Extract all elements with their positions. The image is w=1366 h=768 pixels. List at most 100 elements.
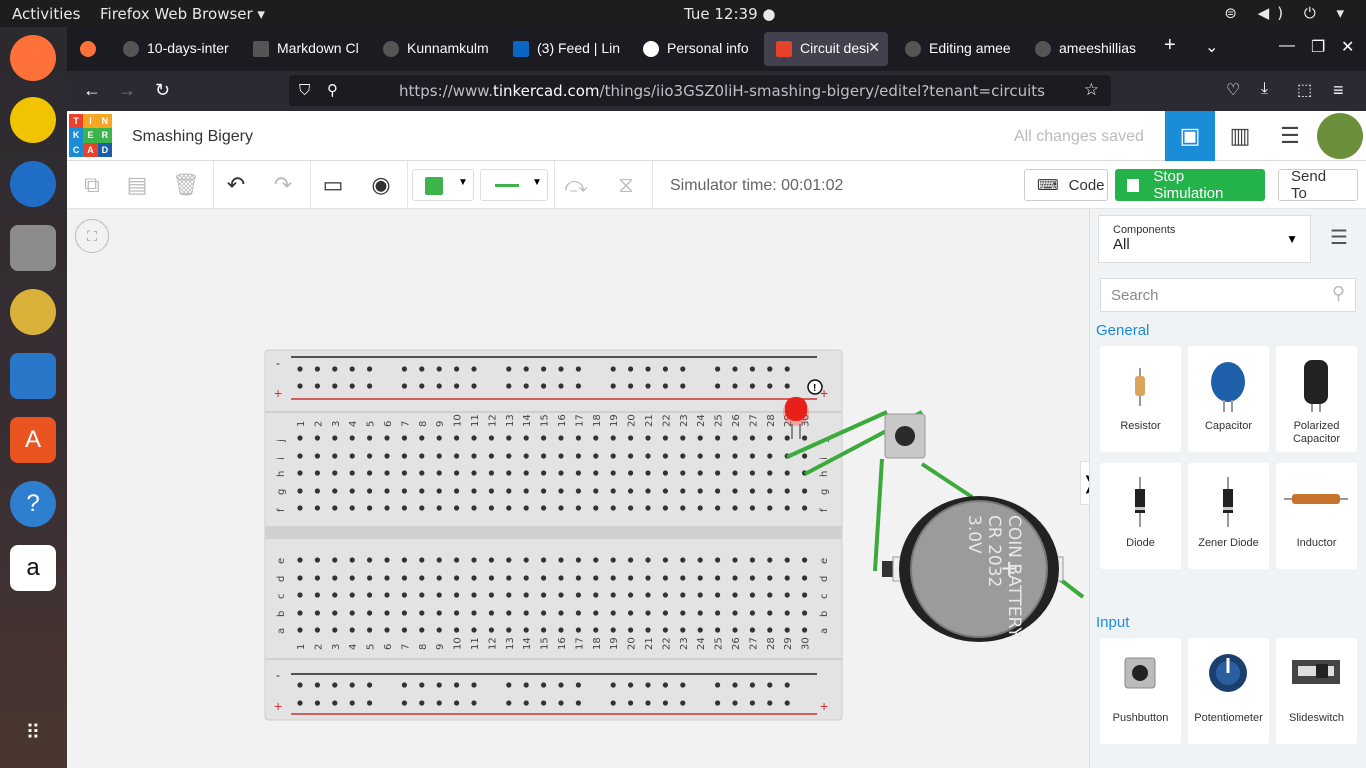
breadboard-hole[interactable] [523,435,529,441]
breadboard-hole[interactable] [419,610,425,616]
breadboard-hole[interactable] [575,700,581,706]
breadboard-hole[interactable] [488,575,494,581]
breadboard-hole[interactable] [593,453,599,459]
breadboard-hole[interactable] [610,366,616,372]
breadboard-hole[interactable] [784,505,790,511]
tab-list-icon[interactable]: ⌄ [1205,37,1218,57]
breadboard-hole[interactable] [575,435,581,441]
breadboard-hole[interactable] [523,453,529,459]
breadboard-hole[interactable] [802,505,808,511]
breadboard-hole[interactable] [610,453,616,459]
breadboard-hole[interactable] [680,383,686,389]
breadboard-hole[interactable] [680,366,686,372]
notes-icon[interactable]: ▭ [316,169,350,201]
breadboard-hole[interactable] [662,453,669,459]
breadboard-hole[interactable] [645,575,651,581]
forward-icon[interactable]: → [118,80,136,101]
breadboard-hole[interactable] [488,592,494,598]
breadboard-hole[interactable] [593,488,599,494]
breadboard-hole[interactable] [384,575,390,581]
breadboard-hole[interactable] [575,682,581,688]
breadboard-hole[interactable] [628,453,634,459]
breadboard-hole[interactable] [767,682,773,688]
breadboard-hole[interactable] [680,700,686,706]
breadboard-hole[interactable] [523,610,529,616]
breadboard-hole[interactable] [697,488,703,494]
breadboard-hole[interactable] [541,575,547,581]
breadboard-hole[interactable] [384,592,390,598]
breadboard-hole[interactable] [541,470,547,476]
breadboard-hole[interactable] [349,575,355,581]
app-menu[interactable]: Firefox Web Browser ▾ [100,5,265,23]
component-zener-diode[interactable]: Zener Diode [1188,463,1269,569]
breadboard-hole[interactable] [384,488,390,494]
breadboard-hole[interactable] [506,453,512,459]
breadboard-hole[interactable] [558,610,564,616]
breadboard-hole[interactable] [454,682,460,688]
breadboard-hole[interactable] [367,383,373,389]
close-window-icon[interactable]: ✕ [1341,37,1354,57]
breadboard-hole[interactable] [541,592,547,598]
breadboard-hole[interactable] [419,435,425,441]
breadboard-hole[interactable] [610,592,616,598]
breadboard-hole[interactable] [767,435,773,441]
breadboard-hole[interactable] [314,435,320,441]
rotate-icon[interactable]: ⤼ [559,169,593,201]
help-icon[interactable]: ? [10,481,56,527]
breadboard-hole[interactable] [645,366,651,372]
breadboard-hole[interactable] [715,366,721,372]
breadboard-hole[interactable] [436,470,442,476]
breadboard-hole[interactable] [628,488,634,494]
breadboard-hole[interactable] [802,557,808,563]
breadboard-hole[interactable] [367,592,373,598]
breadboard-hole[interactable] [593,435,599,441]
breadboard-hole[interactable] [610,627,616,633]
breadboard-hole[interactable] [680,682,686,688]
component-diode[interactable]: Diode [1100,463,1181,569]
breadboard-hole[interactable] [523,627,529,633]
breadboard-hole[interactable] [523,700,529,706]
breadboard-hole[interactable] [367,435,373,441]
breadboard-hole[interactable] [732,682,738,688]
breadboard-hole[interactable] [454,453,460,459]
thunderbird-icon[interactable] [10,161,56,207]
breadboard-hole[interactable] [454,435,460,441]
breadboard-hole[interactable] [715,610,721,616]
breadboard-hole[interactable] [680,575,686,581]
breadboard-hole[interactable] [767,627,773,633]
breadboard-hole[interactable] [575,383,581,389]
breadboard-hole[interactable] [471,470,477,476]
breadboard-hole[interactable] [419,488,425,494]
search-input[interactable]: Search ⚲ [1100,278,1356,312]
breadboard-hole[interactable] [506,627,512,633]
breadboard-hole[interactable] [488,470,494,476]
breadboard-hole[interactable] [314,575,320,581]
breadboard-hole[interactable] [419,383,425,389]
breadboard-hole[interactable] [384,610,390,616]
component-slideswitch[interactable]: Slideswitch [1276,638,1357,744]
breadboard-hole[interactable] [628,470,634,476]
breadboard-hole[interactable] [732,592,738,598]
breadboard-hole[interactable] [558,435,564,441]
breadboard-hole[interactable] [384,470,390,476]
lock-icon[interactable]: ⚲ [327,81,338,99]
breadboard-hole[interactable] [297,700,303,706]
breadboard-hole[interactable] [314,505,320,511]
breadboard-hole[interactable] [401,592,407,598]
breadboard-hole[interactable] [732,505,738,511]
breadboard-hole[interactable] [784,592,790,598]
breadboard-hole[interactable] [367,627,373,633]
breadboard-hole[interactable] [662,682,669,688]
new-tab-button[interactable]: + [1164,34,1176,57]
breadboard-hole[interactable] [454,366,460,372]
breadboard-hole[interactable] [349,488,355,494]
breadboard-hole[interactable] [384,627,390,633]
breadboard-hole[interactable] [697,592,703,598]
breadboard-hole[interactable] [471,682,477,688]
breadboard-hole[interactable] [645,627,651,633]
breadboard-hole[interactable] [454,383,460,389]
breadboard-hole[interactable] [645,682,651,688]
breadboard-hole[interactable] [645,488,651,494]
breadboard-hole[interactable] [558,488,564,494]
breadboard-hole[interactable] [784,470,790,476]
